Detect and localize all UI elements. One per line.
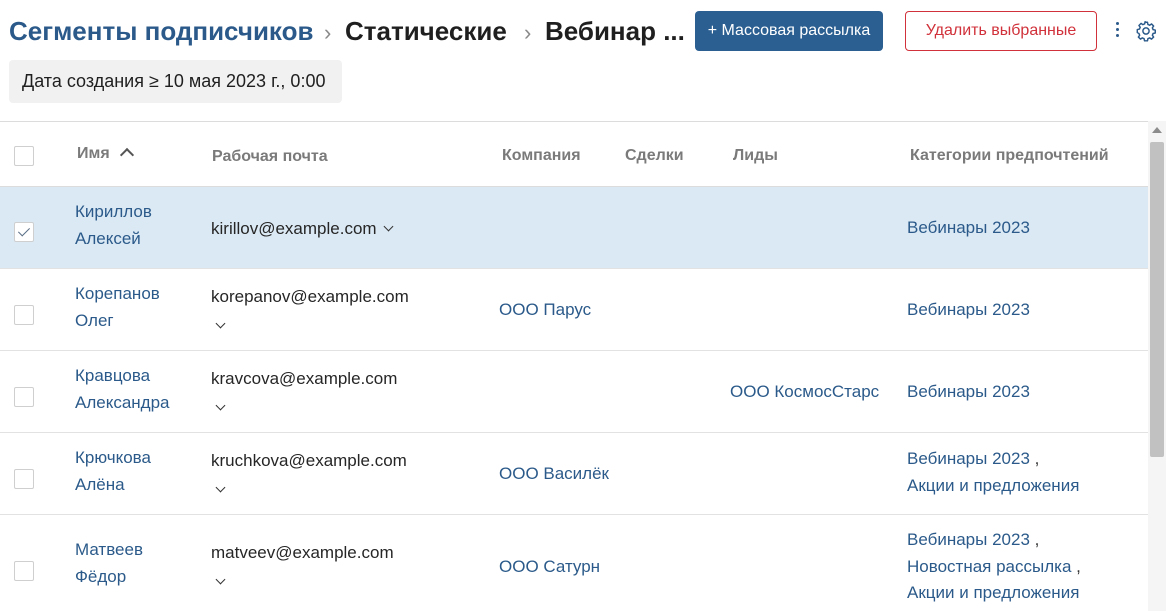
email-text: kravcova@example.com <box>211 369 398 388</box>
column-header-categories[interactable]: Категории предпочтений <box>910 147 1109 165</box>
column-header-deals[interactable]: Сделки <box>625 147 684 165</box>
category-link[interactable]: Вебинары 2023 <box>907 530 1030 549</box>
chevron-down-icon[interactable] <box>215 400 226 411</box>
column-header-company[interactable]: Компания <box>502 147 581 165</box>
category-link[interactable]: Акции и предложения <box>907 583 1079 602</box>
categories-cell: Вебинары 2023 <box>907 296 1030 323</box>
category-link[interactable]: Вебинары 2023 <box>907 300 1030 319</box>
mass-mailing-button[interactable]: + Массовая рассылка <box>695 11 883 51</box>
name-line: Алексей <box>75 229 141 248</box>
page-header: Сегменты подписчиков › Статические › Веб… <box>0 0 1166 62</box>
subscribers-table: Имя Рабочая почта Компания Сделки Лиды К… <box>0 121 1148 611</box>
chevron-down-icon[interactable] <box>383 221 394 232</box>
scrollbar-thumb[interactable] <box>1150 142 1164 457</box>
kebab-menu-icon[interactable] <box>1110 20 1124 42</box>
email-cell[interactable]: korepanov@example.com <box>211 283 409 337</box>
email-cell[interactable]: kirillov@example.com <box>211 215 394 242</box>
categories-cell: Вебинары 2023 <box>907 214 1030 241</box>
column-header-name-label: Имя <box>77 145 110 162</box>
name-line: Корепанов <box>75 284 160 303</box>
scroll-up-arrow-icon[interactable] <box>1152 127 1162 133</box>
email-text: matveev@example.com <box>211 543 394 562</box>
name-line: Кравцова <box>75 366 151 385</box>
filter-chip-created-date[interactable]: Дата создания ≥ 10 мая 2023 г., 0:00 <box>9 60 342 103</box>
row-checkbox[interactable] <box>14 469 34 489</box>
contact-name-link[interactable]: Крючкова Алёна <box>75 444 195 498</box>
email-text: korepanov@example.com <box>211 287 409 306</box>
company-link[interactable]: ООО Парус <box>499 296 591 323</box>
categories-cell: Вебинары 2023 , Акции и предложения <box>907 445 1079 498</box>
category-link[interactable]: Новостная рассылка <box>907 557 1071 576</box>
name-line: Матвеев <box>75 540 143 559</box>
select-all-checkbox[interactable] <box>14 146 34 166</box>
column-header-leads[interactable]: Лиды <box>733 147 778 165</box>
name-line: Фёдор <box>75 567 127 586</box>
row-checkbox[interactable] <box>14 222 34 242</box>
category-link[interactable]: Акции и предложения <box>907 476 1079 495</box>
chevron-down-icon[interactable] <box>215 482 226 493</box>
chevron-up-icon[interactable] <box>119 147 134 163</box>
company-link[interactable]: ООО Сатурн <box>499 553 600 580</box>
table-row[interactable]: Кириллов Алексей kirillov@example.com Ве… <box>0 187 1148 269</box>
row-checkbox[interactable] <box>14 387 34 407</box>
chevron-down-icon[interactable] <box>215 318 226 329</box>
delete-selected-button[interactable]: Удалить выбранные <box>905 11 1097 51</box>
breadcrumb-separator: › <box>324 20 332 45</box>
email-text: kruchkova@example.com <box>211 451 407 470</box>
chevron-down-icon[interactable] <box>215 574 226 585</box>
column-header-name[interactable]: Имя <box>77 145 134 163</box>
company-link[interactable]: ООО Василёк <box>499 460 609 487</box>
table-row[interactable]: Матвеев Фёдор matveev@example.com ООО Са… <box>0 515 1148 611</box>
row-checkbox[interactable] <box>14 561 34 581</box>
category-link[interactable]: Вебинары 2023 <box>907 449 1030 468</box>
email-cell[interactable]: kravcova@example.com <box>211 365 397 419</box>
table-row[interactable]: Кравцова Александра kravcova@example.com… <box>0 351 1148 433</box>
email-cell[interactable]: kruchkova@example.com <box>211 447 407 501</box>
contact-name-link[interactable]: Кравцова Александра <box>75 362 195 416</box>
lead-link[interactable]: ООО КосмосСтарс <box>730 378 879 405</box>
contact-name-link[interactable]: Корепанов Олег <box>75 280 195 334</box>
table-row[interactable]: Крючкова Алёна kruchkova@example.com ООО… <box>0 433 1148 515</box>
row-checkbox[interactable] <box>14 305 34 325</box>
name-line: Алёна <box>75 475 125 494</box>
categories-cell: Вебинары 2023 , Новостная рассылка , Акц… <box>907 526 1081 606</box>
email-cell[interactable]: matveev@example.com <box>211 539 394 593</box>
name-line: Кириллов <box>75 202 152 221</box>
category-link[interactable]: Вебинары 2023 <box>907 382 1030 401</box>
category-separator: , <box>1029 449 1040 468</box>
page-title: Вебинар ... <box>545 16 685 46</box>
breadcrumb-separator: › <box>524 20 532 45</box>
table-row[interactable]: Корепанов Олег korepanov@example.com ООО… <box>0 269 1148 351</box>
category-link[interactable]: Вебинары 2023 <box>907 218 1030 237</box>
column-header-email[interactable]: Рабочая почта <box>212 148 328 166</box>
category-separator: , <box>1071 556 1081 576</box>
gear-icon[interactable] <box>1135 20 1157 42</box>
name-line: Олег <box>75 311 114 330</box>
name-line: Александра <box>75 393 170 412</box>
table-header: Имя Рабочая почта Компания Сделки Лиды К… <box>0 122 1148 187</box>
email-text: kirillov@example.com <box>211 219 377 238</box>
categories-cell: Вебинары 2023 <box>907 378 1030 405</box>
contact-name-link[interactable]: Матвеев Фёдор <box>75 536 195 590</box>
contact-name-link[interactable]: Кириллов Алексей <box>75 198 195 252</box>
name-line: Крючкова <box>75 448 151 467</box>
category-separator: , <box>1029 530 1040 549</box>
breadcrumb-static[interactable]: Статические <box>345 14 507 48</box>
breadcrumb-root[interactable]: Сегменты подписчиков <box>9 14 313 48</box>
